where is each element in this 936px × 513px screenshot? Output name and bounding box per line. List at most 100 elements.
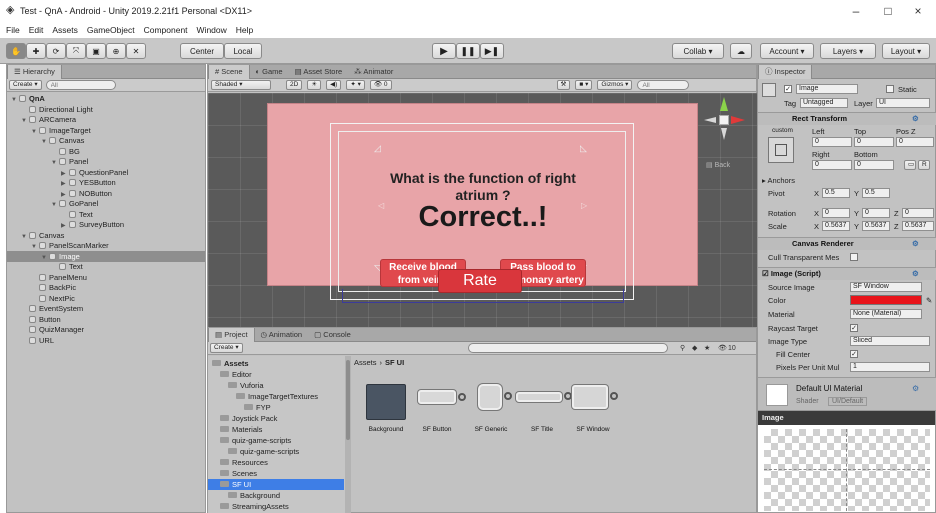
project-create-button[interactable]: Create ▾ [210,343,243,353]
breadcrumb-sf-ui[interactable]: SF UI [385,358,404,367]
project-folder[interactable]: Vuforia [208,380,344,391]
tab-console[interactable]: ▢ Console [308,328,357,342]
rect-transform-header[interactable]: Rect Transform ⚙ [758,112,936,125]
collab-button[interactable]: Collab ▾ [672,43,724,59]
raycast-checkbox[interactable]: ✓ [850,324,858,332]
project-folder[interactable]: quiz-game-scripts [208,446,344,457]
menu-component[interactable]: Component [144,25,188,35]
project-search-input[interactable] [468,343,668,353]
asset-background-thumb[interactable] [366,384,406,420]
project-folder[interactable]: Joystick Pack [208,413,344,424]
material-field[interactable]: None (Material) [850,309,922,319]
space-local-button[interactable]: Local [224,43,262,59]
hidden-packages-icon[interactable]: 👁 [718,344,727,352]
close-button[interactable]: × [906,3,930,19]
pivot-x-field[interactable]: 0.5 [822,188,850,198]
toggle-2d-button[interactable]: 2D [286,80,303,90]
top-field[interactable]: 0 [854,137,894,147]
scale-x-field[interactable]: 0.5637 [822,221,850,231]
rotation-x-field[interactable]: 0 [822,208,850,218]
image-type-dropdown[interactable]: Sliced [850,336,930,346]
hand-tool-icon[interactable]: ✋ [6,43,26,59]
hierarchy-item[interactable]: PanelMenu [7,272,205,283]
hierarchy-item[interactable]: ▼ GoPanel [7,198,205,209]
image-settings-icon[interactable]: ⚙ [912,268,919,280]
material-settings-icon[interactable]: ⚙ [912,384,919,393]
hierarchy-item[interactable]: ▶ SurveyButton [7,219,205,230]
rotate-tool-icon[interactable]: ⟳ [46,43,66,59]
bottom-field[interactable]: 0 [854,160,894,170]
menu-assets[interactable]: Assets [52,25,78,35]
canvas-renderer-header[interactable]: Canvas Renderer ⚙ [758,237,936,250]
favorites-icon[interactable]: ★ [704,344,710,352]
image-script-header[interactable]: ☑ Image (Script) ⚙ [758,267,936,280]
custom-tool-icon[interactable]: ✕ [126,43,146,59]
hierarchy-item[interactable]: Button [7,314,205,325]
scene-viewport[interactable]: ◁ ▷ ◿ ◺ ◹ ◸ What is the function of righ… [208,93,758,328]
menu-edit[interactable]: Edit [29,25,44,35]
transform-tool-icon[interactable]: ⊕ [106,43,126,59]
tab-scene[interactable]: # Scene [208,64,250,79]
project-tree-scrollbar[interactable] [345,356,351,513]
image-enabled-checkbox[interactable]: ☑ [762,269,769,278]
layer-dropdown[interactable]: UI [876,98,930,108]
rotation-z-field[interactable]: 0 [902,208,934,218]
tab-animation[interactable]: ◷ Animation [255,328,309,342]
anchor-presets-icon[interactable] [768,137,794,163]
filter-by-type-icon[interactable]: ⚲ [680,344,685,352]
hierarchy-item[interactable]: Text [7,261,205,272]
scale-y-field[interactable]: 0.5637 [862,221,890,231]
component-settings-icon[interactable]: ⚙ [912,113,919,125]
breadcrumb-assets[interactable]: Assets [354,358,377,367]
project-folder[interactable]: FYP [208,402,344,413]
anchors-foldout[interactable]: ▸ Anchors [762,176,795,185]
shader-dropdown[interactable]: UI/Default [828,397,868,406]
hierarchy-item[interactable]: ▶ NOButton [7,188,205,199]
tab-animator[interactable]: ⁂ Animator [348,65,399,79]
canvas-renderer-settings-icon[interactable]: ⚙ [912,238,919,250]
scale-z-field[interactable]: 0.5637 [902,221,934,231]
pivot-center-button[interactable]: Center [180,43,224,59]
filter-by-label-icon[interactable]: ◆ [692,344,697,352]
hierarchy-item[interactable]: BG [7,146,205,157]
color-swatch[interactable] [850,295,922,305]
fill-center-checkbox[interactable]: ✓ [850,350,858,358]
blueprint-mode-icon[interactable]: ▭ [904,160,916,170]
static-checkbox[interactable] [886,85,894,93]
rate-button[interactable]: Rate [438,269,522,293]
tab-game[interactable]: ◐ Game [250,65,289,79]
hierarchy-item[interactable]: QuizManager [7,324,205,335]
scene-tools-icon[interactable]: ⚒ [556,80,571,90]
scene-search-input[interactable] [637,80,690,90]
rect-tool-icon[interactable]: ▣ [86,43,106,59]
menu-file[interactable]: File [6,25,20,35]
lighting-toggle-icon[interactable]: ☀ [307,80,322,90]
raw-edit-button[interactable]: R [918,160,930,170]
layout-button[interactable]: Layout ▾ [882,43,930,59]
hierarchy-item[interactable]: EventSystem [7,303,205,314]
tab-hierarchy[interactable]: ☰ Hierarchy [7,65,62,79]
asset-sf-generic-thumb[interactable] [478,384,502,410]
menu-window[interactable]: Window [197,25,227,35]
scale-tool-icon[interactable]: ⤧ [66,43,86,59]
asset-sf-title-thumb[interactable] [516,392,562,402]
project-folder[interactable]: SF UI [208,479,344,490]
project-folder[interactable]: quiz-game-scripts [208,435,344,446]
pivot-y-field[interactable]: 0.5 [862,188,890,198]
camera-settings-icon[interactable]: ■ ▾ [575,80,593,90]
move-tool-icon[interactable]: ✚ [26,43,46,59]
tab-project[interactable]: ▤ Project [208,327,255,342]
hierarchy-create-button[interactable]: Create ▾ [9,80,42,90]
pause-icon[interactable]: ❚❚ [456,43,480,59]
scene-gizmo[interactable] [698,93,750,149]
hierarchy-item[interactable]: ▶ QuestionPanel [7,167,205,178]
shading-dropdown[interactable]: Shaded ▾ [211,80,271,90]
project-folder[interactable]: ImageTargetTextures [208,391,344,402]
hierarchy-item[interactable]: ▼ PanelScanMarker [7,240,205,251]
active-checkbox[interactable]: ✓ [784,85,792,93]
hierarchy-item[interactable]: Directional Light [7,104,205,115]
account-button[interactable]: Account ▾ [760,43,814,59]
project-folder[interactable]: Editor [208,369,344,380]
layers-button[interactable]: Layers ▾ [820,43,876,59]
hidden-objects-icon[interactable]: 👁 0 [369,80,392,90]
